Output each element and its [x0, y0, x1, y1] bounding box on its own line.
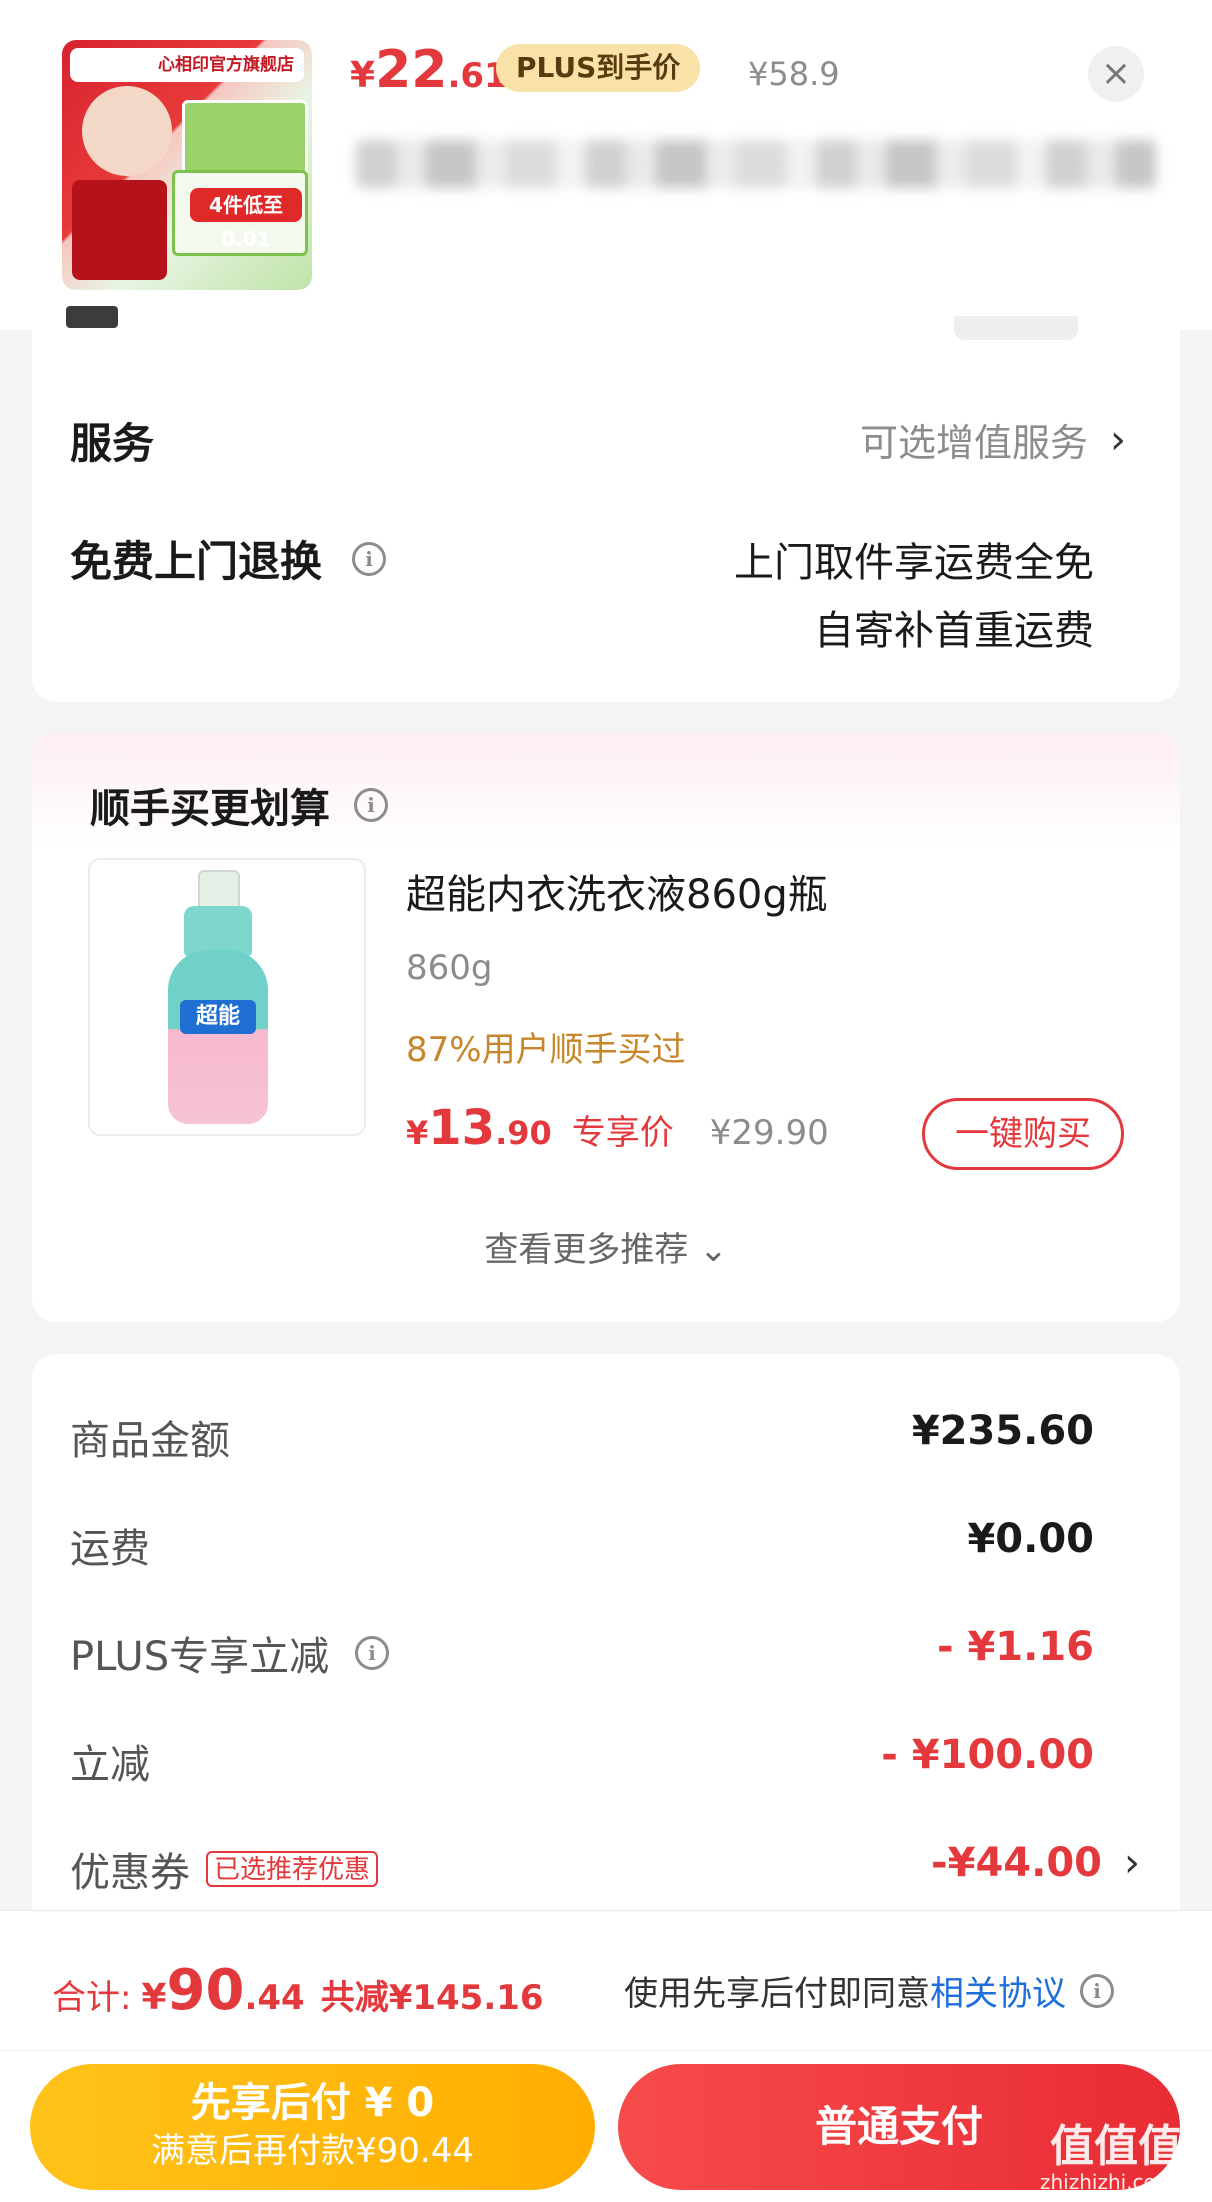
return-service-line2: 自寄补首重运费	[814, 608, 1094, 654]
info-icon[interactable]: i	[354, 788, 388, 822]
bottle-brand-label: 超能	[180, 1000, 256, 1034]
one-click-buy-button[interactable]: 一键购买	[922, 1098, 1124, 1170]
total-label: 合计:	[52, 1978, 132, 2018]
recommended-coupon-tag: 已选推荐优惠	[206, 1851, 379, 1887]
total-integer: 90	[166, 1958, 245, 2023]
summary-label: 立减	[70, 1742, 150, 1788]
summary-value: - ¥1.16	[936, 1624, 1094, 1670]
exclusive-price-label: 专享价	[571, 1113, 674, 1153]
chevron-right-icon: ›	[1110, 416, 1127, 463]
thumb-brand-label: 心相印官方旗舰店	[70, 48, 304, 82]
info-icon[interactable]: i	[355, 1636, 390, 1670]
price-integer: 13	[428, 1100, 496, 1156]
agreement-text: 使用先享后付即同意	[624, 1974, 930, 2014]
price-integer: 22	[375, 40, 448, 100]
recommended-product-spec: 860g	[406, 948, 493, 988]
recommended-product-name[interactable]: 超能内衣洗衣液860g瓶	[406, 862, 828, 920]
summary-label: 优惠券	[70, 1850, 190, 1896]
recommendation-header: 顺手买更划算 i	[90, 776, 388, 834]
price-currency: ¥	[350, 55, 376, 96]
thumb-package-image	[182, 100, 308, 176]
original-price: ¥58.9	[748, 55, 840, 93]
bottle-body-shape	[168, 950, 268, 1124]
pay-later-subtitle: 满意后再付款¥90.44	[151, 2131, 474, 2171]
scrolled-row-remnant	[66, 306, 118, 328]
return-service-line1: 上门取件享运费全免	[734, 540, 1094, 586]
summary-value: ¥235.60	[911, 1408, 1094, 1454]
summary-value: - ¥100.00	[881, 1732, 1094, 1778]
recommended-original-price: ¥29.90	[709, 1113, 829, 1153]
more-recommendations-link[interactable]: 查看更多推荐 ⌄	[0, 1222, 1212, 1271]
plus-discount-row: PLUS专享立减 i	[70, 1624, 390, 1682]
summary-value: ¥0.00	[967, 1516, 1094, 1562]
service-selector[interactable]: 可选增值服务 ›	[860, 412, 1126, 467]
pay-later-title: 先享后付 ¥ 0	[190, 2080, 435, 2126]
return-service-label: 免费上门退换	[70, 537, 323, 586]
coupon-row[interactable]: 优惠券 已选推荐优惠	[70, 1840, 379, 1898]
price-currency: ¥	[406, 1114, 429, 1152]
close-button[interactable]: ×	[1088, 46, 1144, 102]
watermark-url: zhizhizhi.com	[1040, 2170, 1176, 2194]
recommended-product-social-proof: 87%用户顺手买过	[406, 1030, 686, 1070]
order-total: 合计: ¥ 90 .44 共减¥145.16	[52, 1958, 544, 2023]
service-label: 服务	[70, 419, 155, 468]
divider	[0, 2050, 1212, 2051]
blurred-product-title	[356, 140, 1156, 188]
summary-label: 运费	[70, 1526, 150, 1572]
service-value: 可选增值服务	[860, 421, 1089, 465]
bottle-neck-shape	[184, 906, 252, 956]
total-currency: ¥	[141, 1977, 167, 2018]
plus-price: ¥ 22 .61	[350, 40, 508, 104]
agreement-link[interactable]: 相关协议	[930, 1966, 1066, 2015]
scrolled-control-remnant	[954, 316, 1078, 340]
recommendation-title: 顺手买更划算	[90, 786, 330, 832]
close-icon: ×	[1100, 53, 1132, 94]
product-thumbnail[interactable]: 心相印官方旗舰店 4件低至0.01	[62, 40, 312, 290]
info-icon[interactable]: i	[352, 541, 387, 576]
chevron-right-icon: ›	[1124, 1840, 1140, 1886]
plus-price-badge: PLUS到手价	[496, 44, 701, 92]
info-icon[interactable]: i	[1080, 1973, 1114, 2008]
price-decimal: .90	[495, 1114, 552, 1152]
thumb-promo-badge	[72, 180, 167, 280]
thumb-person-image	[82, 86, 172, 176]
pay-later-button[interactable]: 先享后付 ¥ 0 满意后再付款¥90.44	[30, 2064, 595, 2190]
summary-label: PLUS专享立减	[70, 1634, 330, 1680]
total-decimal: .44	[244, 1978, 305, 2018]
watermark-logo: 值值值	[1050, 2121, 1182, 2172]
coupon-selector[interactable]: -¥44.00 ›	[700, 1840, 1140, 1886]
recommended-product-price: ¥ 13 .90 专享价 ¥29.90	[406, 1100, 829, 1156]
summary-value: -¥44.00	[931, 1840, 1102, 1886]
summary-label: 商品金额	[70, 1418, 230, 1464]
agreement-notice: 使用先享后付即同意 相关协议 i	[624, 1966, 1114, 2015]
thumb-promo-text: 4件低至0.01	[190, 188, 302, 251]
total-savings: 共减¥145.16	[320, 1978, 544, 2018]
return-service-row: 免费上门退换 i	[70, 528, 387, 589]
